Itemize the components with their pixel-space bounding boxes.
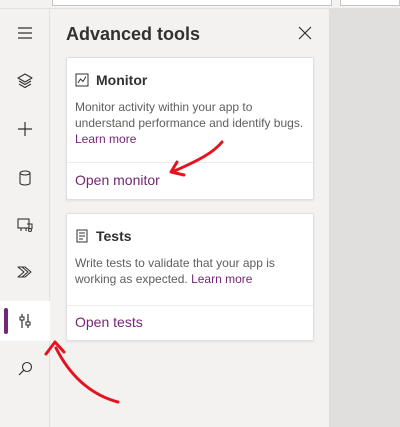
top-bar-field-2[interactable] [340, 0, 400, 6]
monitor-description-text: Monitor activity within your app to unde… [75, 100, 304, 130]
tests-title: Tests [96, 227, 132, 244]
close-icon [298, 26, 312, 40]
tree-view-button[interactable] [0, 61, 50, 101]
search-icon [18, 361, 33, 376]
layers-icon [17, 73, 33, 89]
hamburger-menu-button[interactable] [0, 13, 50, 53]
tests-learn-more-link[interactable]: Learn more [191, 272, 252, 286]
monitor-learn-more-link[interactable]: Learn more [75, 132, 136, 146]
top-bar [0, 0, 400, 9]
plus-icon [18, 122, 32, 136]
tests-description: Write tests to validate that your app is… [67, 247, 313, 287]
search-button[interactable] [0, 349, 50, 389]
left-rail [0, 9, 50, 427]
power-automate-icon [17, 266, 32, 278]
top-bar-field[interactable] [52, 0, 332, 6]
tests-checklist-icon [76, 229, 88, 242]
monitor-title: Monitor [96, 71, 148, 88]
advanced-tools-panel: Advanced tools Monitor Monitor activity … [50, 9, 330, 427]
monitor-description: Monitor activity within your app to unde… [67, 91, 313, 147]
monitor-chart-icon [75, 73, 89, 86]
canvas-area [331, 9, 400, 427]
advanced-tools-icon [19, 314, 31, 328]
advanced-tools-button[interactable] [0, 301, 50, 341]
media-button[interactable] [0, 205, 50, 245]
power-automate-button[interactable] [0, 252, 50, 292]
open-tests-link[interactable]: Open tests [75, 314, 143, 330]
panel-title: Advanced tools [66, 24, 201, 44]
tests-card: Tests Write tests to validate that your … [66, 213, 314, 341]
monitor-card: Monitor Monitor activity within your app… [66, 57, 314, 200]
database-icon [19, 170, 31, 186]
open-monitor-link[interactable]: Open monitor [75, 172, 160, 188]
monitor-card-divider [67, 162, 313, 163]
insert-button[interactable] [0, 109, 50, 149]
hamburger-menu-icon [18, 27, 32, 39]
active-indicator [4, 308, 8, 334]
close-button[interactable] [297, 25, 313, 41]
media-icon [17, 218, 33, 232]
data-button[interactable] [0, 158, 50, 198]
tests-card-divider [67, 305, 313, 306]
